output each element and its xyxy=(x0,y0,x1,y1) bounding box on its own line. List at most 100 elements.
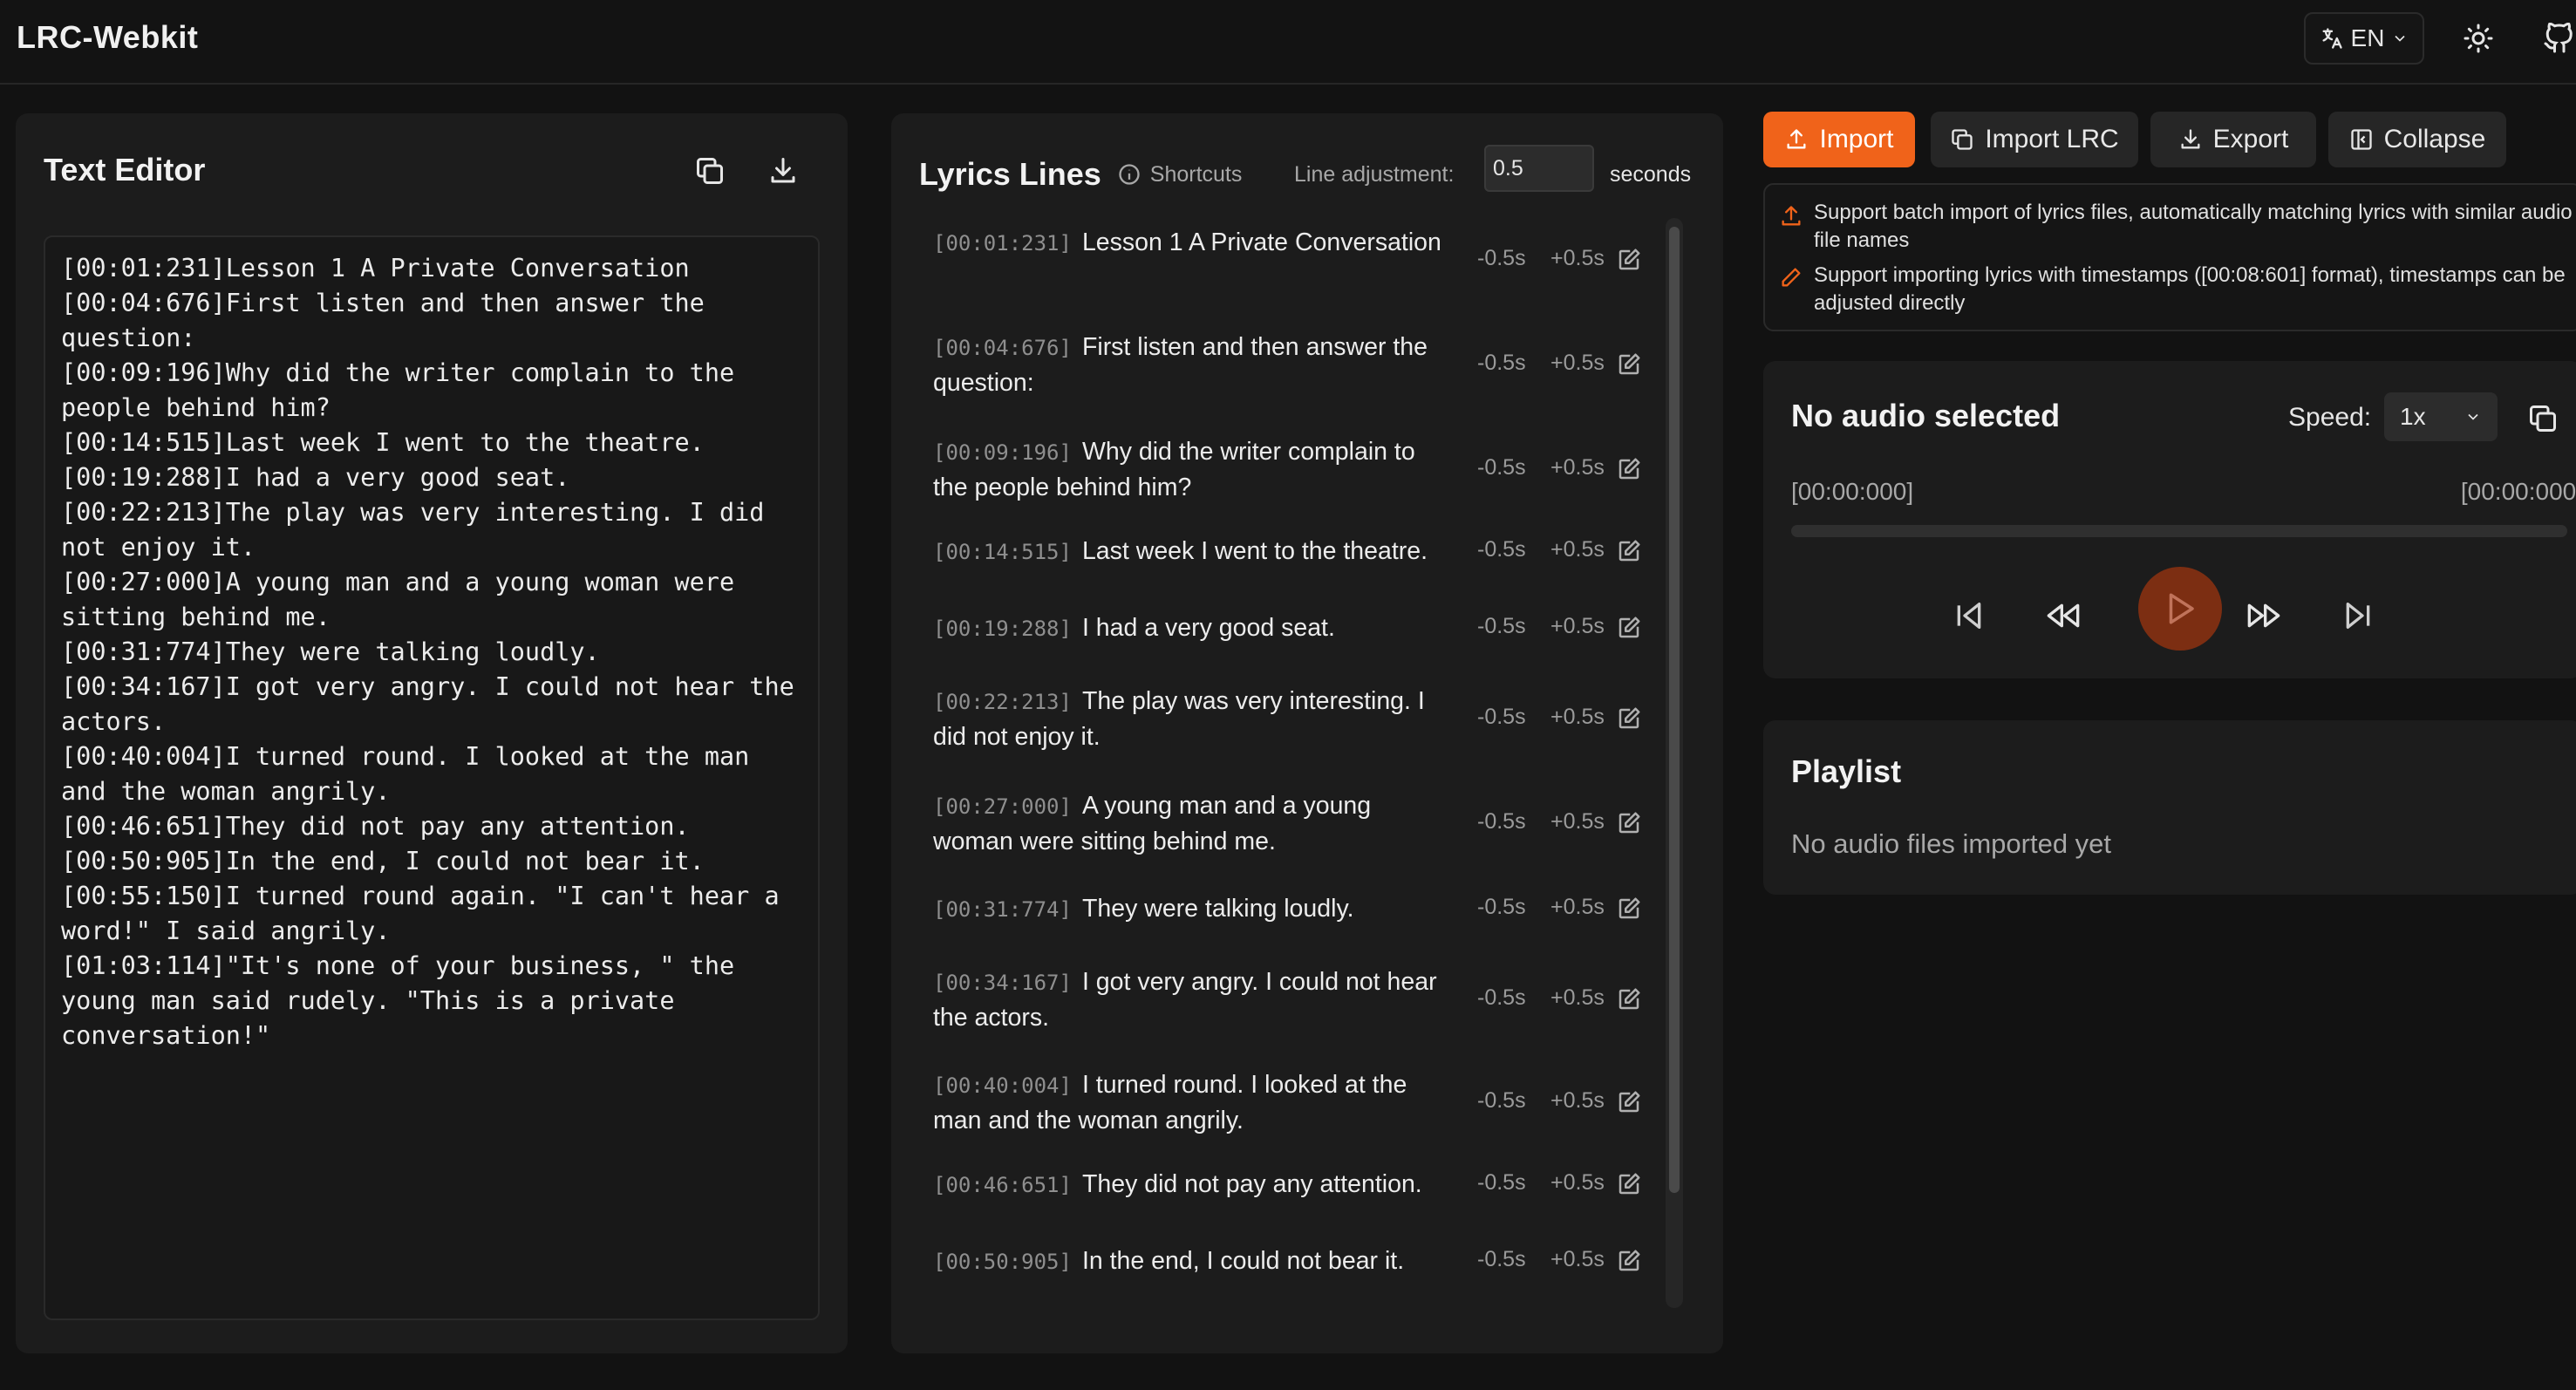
app-header: LRC-Webkit EN xyxy=(0,0,2576,85)
lyrics-text-editor[interactable]: [00:01:231]Lesson 1 A Private Conversati… xyxy=(44,235,820,1320)
lyric-line[interactable]: [00:46:651] They did not pay any attentio… xyxy=(917,1167,1676,1202)
lyric-line[interactable]: [00:34:167] I got very angry. I could not… xyxy=(917,964,1676,1034)
minus-adjust-button[interactable]: -0.5s xyxy=(1477,614,1526,639)
plus-adjust-button[interactable]: +0.5s xyxy=(1550,246,1605,271)
github-button[interactable] xyxy=(2543,12,2576,65)
plus-adjust-button[interactable]: +0.5s xyxy=(1550,1088,1605,1114)
lyric-line[interactable]: [00:09:196] Why did the writer complain t… xyxy=(917,434,1676,504)
minus-adjust-button[interactable]: -0.5s xyxy=(1477,985,1526,1011)
edit-line-icon[interactable] xyxy=(1612,891,1646,926)
skip-back-icon xyxy=(1957,603,1981,629)
plus-adjust-button[interactable]: +0.5s xyxy=(1550,985,1605,1011)
plus-adjust-button[interactable]: +0.5s xyxy=(1550,537,1605,562)
lyrics-scrollbar[interactable] xyxy=(1666,218,1683,1308)
lyric-line-content: They were talking loudly. xyxy=(1081,895,1354,923)
export-button[interactable]: Export xyxy=(2150,112,2316,167)
speed-select[interactable]: 1x xyxy=(2384,392,2498,441)
lyric-line[interactable]: [00:31:774] They were talking loudly. -0.5… xyxy=(917,891,1676,926)
translate-icon xyxy=(2322,28,2342,49)
lyrics-lines-list: [00:01:231] Lesson 1 A Private Conversati… xyxy=(891,218,1676,1390)
minus-adjust-button[interactable]: -0.5s xyxy=(1477,895,1526,920)
language-label: EN xyxy=(2350,24,2385,51)
download-text-button[interactable] xyxy=(760,148,806,194)
edit-line-icon[interactable] xyxy=(1612,610,1646,645)
fast-forward-button[interactable] xyxy=(2238,589,2290,642)
edit-line-icon[interactable] xyxy=(1612,534,1646,569)
minus-adjust-button[interactable]: -0.5s xyxy=(1477,1088,1526,1114)
import-lrc-button[interactable]: Import LRC xyxy=(1931,112,2138,167)
plus-adjust-button[interactable]: +0.5s xyxy=(1550,455,1605,480)
lyric-line-timestamp: [00:19:288] xyxy=(933,617,1072,641)
lyric-line[interactable]: [00:19:288] I had a very good seat. -0.5s +… xyxy=(917,610,1676,645)
line-adjustment-input[interactable] xyxy=(1484,145,1594,192)
import-label: Import xyxy=(1819,125,1894,153)
minus-adjust-button[interactable]: -0.5s xyxy=(1477,1170,1526,1196)
minus-adjust-button[interactable]: -0.5s xyxy=(1477,705,1526,730)
minus-adjust-button[interactable]: -0.5s xyxy=(1477,537,1526,562)
copy-icon xyxy=(697,158,723,184)
plus-adjust-button[interactable]: +0.5s xyxy=(1550,705,1605,730)
import-info-box: Support batch import of lyrics files, au… xyxy=(1763,183,2576,331)
lyric-line-text: [00:14:515] Last week I went to the theat… xyxy=(933,534,1456,569)
plus-adjust-button[interactable]: +0.5s xyxy=(1550,809,1605,835)
plus-adjust-button[interactable]: +0.5s xyxy=(1550,614,1605,639)
minus-adjust-button[interactable]: -0.5s xyxy=(1477,246,1526,271)
lyric-line-content: Last week I went to the theatre. xyxy=(1081,537,1428,565)
lyric-line[interactable]: [00:50:905] In the end, I could not bear … xyxy=(917,1244,1676,1278)
edit-line-icon[interactable] xyxy=(1612,701,1646,736)
panel-collapse-icon xyxy=(2350,129,2372,150)
info-icon xyxy=(1119,164,1140,185)
lyric-line-timestamp: [00:14:515] xyxy=(933,540,1072,564)
edit-line-icon[interactable] xyxy=(1612,1244,1646,1278)
playlist-panel: Playlist No audio files imported yet xyxy=(1763,720,2576,895)
edit-line-icon[interactable] xyxy=(1612,806,1646,841)
language-selector[interactable]: EN xyxy=(2304,12,2424,65)
lyric-line[interactable]: [00:01:231] Lesson 1 A Private Conversati… xyxy=(917,225,1676,295)
copy-text-button[interactable] xyxy=(687,148,733,194)
shortcuts-button[interactable]: Shortcuts xyxy=(1117,162,1242,187)
progress-bar[interactable] xyxy=(1791,525,2567,537)
lyric-line-text: [00:19:288] I had a very good seat. xyxy=(933,610,1456,646)
minus-adjust-button[interactable]: -0.5s xyxy=(1477,351,1526,376)
upload-icon xyxy=(1782,206,1801,226)
edit-line-icon[interactable] xyxy=(1612,1085,1646,1120)
minus-adjust-button[interactable]: -0.5s xyxy=(1477,1247,1526,1272)
plus-adjust-button[interactable]: +0.5s xyxy=(1550,351,1605,376)
rewind-button[interactable] xyxy=(2037,589,2089,642)
edit-line-icon[interactable] xyxy=(1612,452,1646,487)
total-time: [00:00:000] xyxy=(2460,478,2576,505)
lyric-line[interactable]: [00:40:004] I turned round. I looked at t… xyxy=(917,1067,1676,1137)
plus-adjust-button[interactable]: +0.5s xyxy=(1550,1170,1605,1196)
import-button[interactable]: Import xyxy=(1763,112,1915,167)
lyric-line[interactable]: [00:14:515] Last week I went to the theat… xyxy=(917,534,1676,569)
skip-previous-button[interactable] xyxy=(1943,589,1995,642)
plus-adjust-button[interactable]: +0.5s xyxy=(1550,895,1605,920)
plus-adjust-button[interactable]: +0.5s xyxy=(1550,1247,1605,1272)
now-playing-title: No audio selected xyxy=(1791,398,2061,433)
copy-icon xyxy=(1952,129,1973,150)
lyric-line-timestamp: [00:46:651] xyxy=(933,1173,1072,1197)
sun-icon xyxy=(2464,24,2493,53)
lyric-line-timestamp: [00:04:676] xyxy=(933,336,1072,360)
edit-line-icon[interactable] xyxy=(1612,982,1646,1017)
collapse-button[interactable]: Collapse xyxy=(2328,112,2506,167)
play-button[interactable] xyxy=(2138,567,2222,651)
skip-next-button[interactable] xyxy=(2332,589,2384,642)
edit-line-icon[interactable] xyxy=(1612,242,1646,277)
minus-adjust-button[interactable]: -0.5s xyxy=(1477,455,1526,480)
copy-icon xyxy=(2530,405,2556,432)
lyric-line-timestamp: [00:09:196] xyxy=(933,440,1072,465)
copy-audio-button[interactable] xyxy=(2520,396,2566,441)
lyric-line-content: They did not pay any attention. xyxy=(1081,1170,1422,1198)
minus-adjust-button[interactable]: -0.5s xyxy=(1477,809,1526,835)
lyric-line[interactable]: [00:04:676] First listen and then answer … xyxy=(917,330,1676,399)
theme-toggle-button[interactable] xyxy=(2452,12,2504,65)
lyric-line[interactable]: [00:27:000] A young man and a young woman… xyxy=(917,788,1676,858)
lyrics-lines-panel: Lyrics Lines Shortcuts Line adjustment: … xyxy=(891,113,1723,1353)
edit-line-icon[interactable] xyxy=(1612,347,1646,382)
import-lrc-label: Import LRC xyxy=(1985,125,2119,153)
lyric-line[interactable]: [00:22:213] The play was very interesting… xyxy=(917,684,1676,753)
scrollbar-thumb[interactable] xyxy=(1669,227,1680,1193)
edit-line-icon[interactable] xyxy=(1612,1167,1646,1202)
lyric-line-timestamp: [00:22:213] xyxy=(933,690,1072,714)
